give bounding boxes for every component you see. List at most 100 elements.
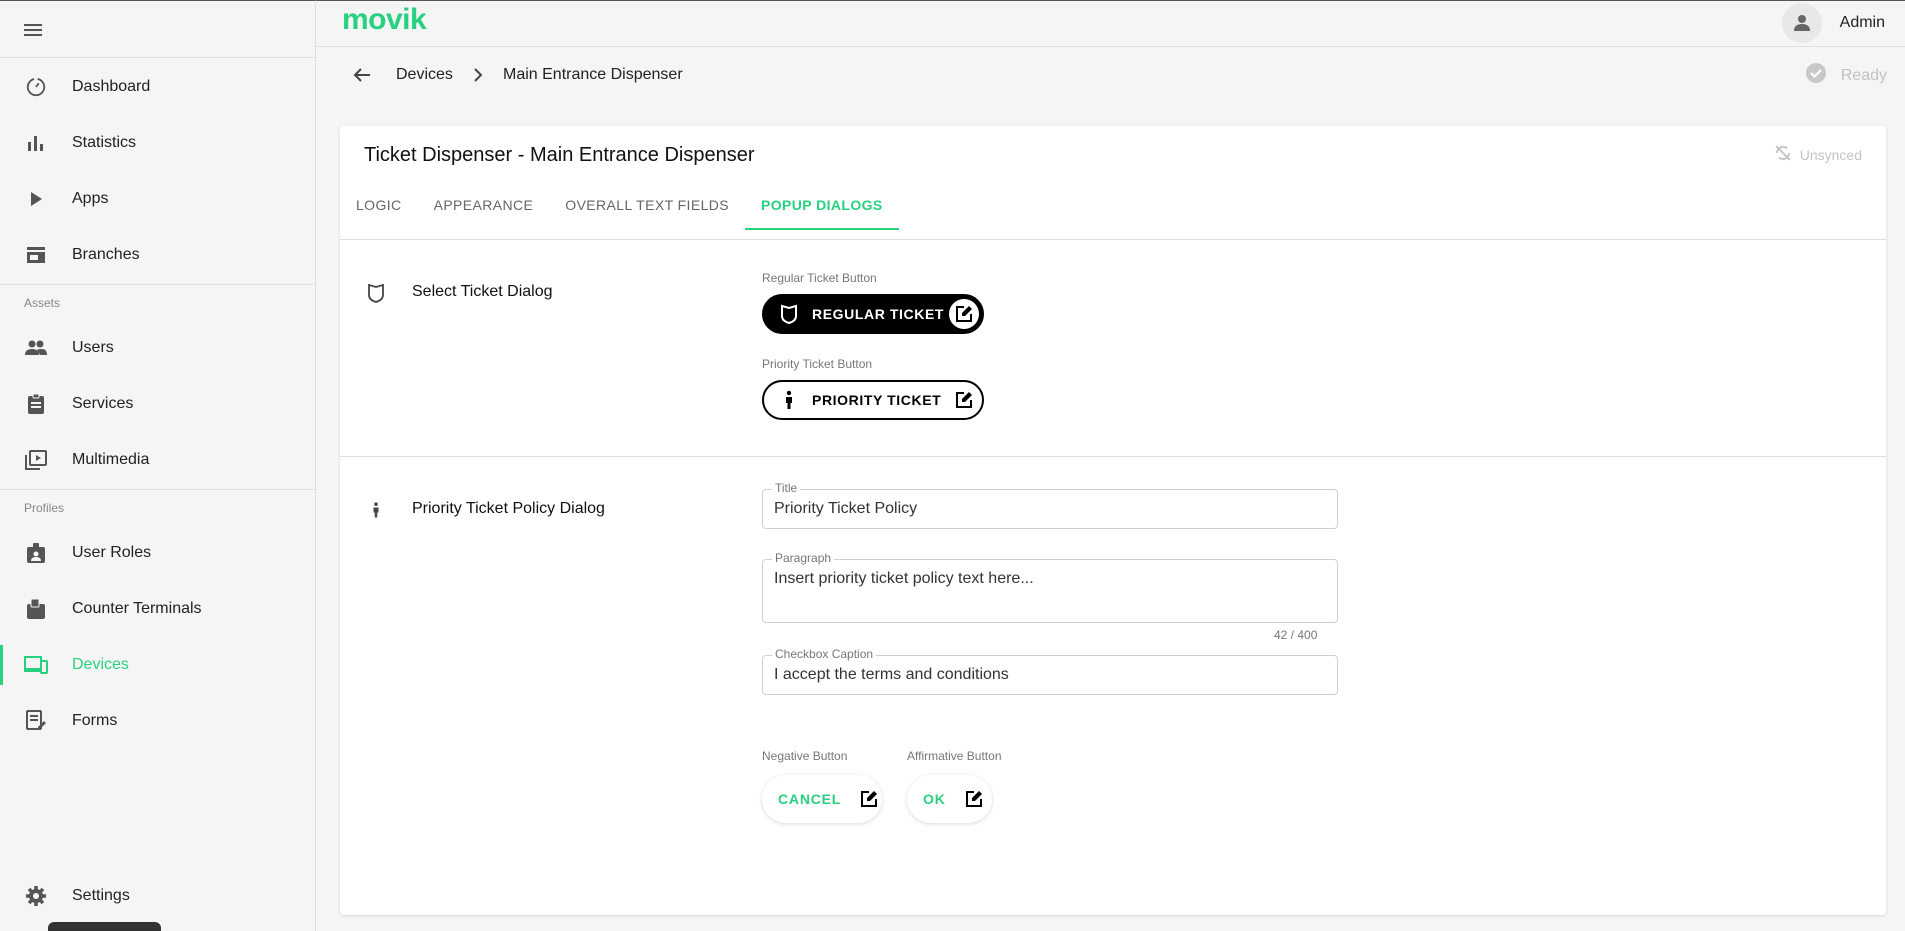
section-divider: [340, 456, 1886, 457]
regular-ticket-label: REGULAR TICKET: [812, 306, 945, 322]
sidebar-item-label: User Roles: [72, 544, 152, 561]
breadcrumb: Devices Main Entrance Dispenser Ready: [316, 48, 1905, 102]
title-input[interactable]: [774, 500, 1326, 518]
sidebar-item-label: Devices: [72, 656, 129, 673]
devices-icon: [24, 653, 48, 677]
tab-overall-text-fields[interactable]: OVERALL TEXT FIELDS: [549, 180, 745, 230]
priority-ticket-label: PRIORITY TICKET: [812, 392, 942, 408]
affirmative-button-caption: Affirmative Button: [907, 749, 1002, 763]
sidebar: Dashboard Statistics Apps Branches Asset…: [0, 0, 316, 931]
topbar: movik Admin: [316, 0, 1905, 47]
checkbox-caption-field[interactable]: Checkbox Caption: [762, 647, 1338, 695]
sidebar-item-label: Dashboard: [72, 78, 151, 95]
title-field-label: Title: [772, 481, 801, 495]
sidebar-divider: [0, 284, 316, 285]
person-icon: [1793, 15, 1810, 31]
paragraph-field-label: Paragraph: [772, 551, 835, 565]
form-icon: [24, 709, 48, 733]
sidebar-section-profiles: Profiles: [24, 501, 65, 515]
clipboard-icon: [24, 392, 48, 416]
app-logo[interactable]: movik: [342, 3, 427, 37]
hamburger-menu-icon[interactable]: [24, 21, 48, 39]
badge-icon: [24, 541, 48, 565]
dashboard-icon: [24, 75, 48, 99]
edit-icon[interactable]: [949, 385, 979, 415]
sidebar-item-label: Settings: [72, 887, 130, 904]
paragraph-field[interactable]: Paragraph Insert priority ticket policy …: [762, 551, 1338, 623]
sidebar-item-label: Services: [72, 395, 134, 412]
shield-icon: [364, 281, 388, 305]
dispenser-card: Ticket Dispenser - Main Entrance Dispens…: [340, 126, 1886, 915]
sidebar-item-services[interactable]: Services: [0, 379, 316, 429]
person-standing-icon: [364, 498, 388, 522]
sidebar-section-assets: Assets: [24, 296, 61, 310]
sidebar-item-devices[interactable]: Devices: [0, 640, 316, 690]
sidebar-item-apps[interactable]: Apps: [0, 174, 316, 224]
edit-icon[interactable]: [949, 299, 979, 329]
priority-ticket-button[interactable]: PRIORITY TICKET: [762, 380, 984, 420]
chevron-right-icon: [468, 65, 488, 85]
priority-button-caption: Priority Ticket Button: [762, 357, 873, 371]
people-icon: [24, 336, 48, 360]
paragraph-textarea[interactable]: Insert priority ticket policy text here.…: [774, 570, 1326, 606]
sync-label: Unsynced: [1799, 146, 1862, 163]
policy-dialog-title: Priority Ticket Policy Dialog: [412, 500, 605, 517]
select-ticket-dialog-title: Select Ticket Dialog: [412, 283, 553, 300]
negative-button-caption: Negative Button: [762, 749, 848, 763]
sidebar-item-label: Apps: [72, 190, 109, 207]
sidebar-item-counter-terminals[interactable]: Counter Terminals: [0, 584, 316, 634]
tab-bar: LOGIC APPEARANCE OVERALL TEXT FIELDS POP…: [340, 180, 899, 230]
breadcrumb-devices-link[interactable]: Devices: [396, 66, 453, 84]
user-name[interactable]: Admin: [1840, 14, 1885, 32]
avatar[interactable]: [1781, 3, 1822, 43]
check-circle-icon: [1805, 62, 1827, 89]
edit-icon[interactable]: [857, 787, 881, 811]
character-counter: 42 / 400: [1274, 628, 1318, 642]
sidebar-item-label: Users: [72, 339, 114, 356]
back-arrow-icon[interactable]: [350, 63, 374, 87]
play-icon: [24, 187, 48, 211]
edit-icon[interactable]: [962, 787, 986, 811]
shield-icon: [778, 303, 800, 325]
bar-chart-icon: [24, 131, 48, 155]
sidebar-item-label: Branches: [72, 246, 140, 263]
sidebar-item-multimedia[interactable]: Multimedia: [0, 435, 316, 485]
sidebar-item-label: Forms: [72, 712, 118, 729]
terminal-icon: [24, 597, 48, 621]
sidebar-item-user-roles[interactable]: User Roles: [0, 528, 316, 578]
sidebar-item-dashboard[interactable]: Dashboard: [0, 62, 316, 112]
video-library-icon: [24, 448, 48, 472]
ready-status: Ready: [1805, 62, 1887, 89]
sync-status: Unsynced: [1774, 144, 1862, 165]
tabs-divider: [340, 239, 1886, 240]
sidebar-item-users[interactable]: Users: [0, 323, 316, 373]
bottom-tooltip-tab: [48, 922, 161, 931]
sidebar-item-label: Statistics: [72, 134, 137, 151]
person-standing-icon: [778, 389, 800, 411]
cancel-button[interactable]: CANCEL: [762, 775, 882, 823]
breadcrumb-current: Main Entrance Dispenser: [503, 66, 683, 83]
sidebar-item-settings[interactable]: Settings: [0, 871, 316, 921]
sidebar-item-forms[interactable]: Forms: [0, 696, 316, 746]
sidebar-item-branches[interactable]: Branches: [0, 230, 316, 280]
regular-button-caption: Regular Ticket Button: [762, 271, 877, 285]
gear-icon: [24, 884, 48, 908]
user-menu[interactable]: Admin: [1781, 3, 1885, 43]
sidebar-divider: [0, 57, 316, 58]
store-icon: [24, 243, 48, 267]
checkbox-caption-input[interactable]: [774, 666, 1326, 684]
sidebar-item-label: Multimedia: [72, 451, 150, 468]
sync-disabled-icon: [1774, 144, 1792, 165]
tab-popup-dialogs[interactable]: POPUP DIALOGS: [745, 180, 899, 230]
tab-logic[interactable]: LOGIC: [340, 180, 418, 230]
ok-button[interactable]: OK: [907, 775, 992, 823]
cancel-label: CANCEL: [778, 791, 842, 807]
page-title: Ticket Dispenser - Main Entrance Dispens…: [364, 144, 755, 166]
checkbox-caption-label: Checkbox Caption: [772, 647, 877, 661]
sidebar-item-label: Counter Terminals: [72, 600, 202, 617]
ok-label: OK: [923, 791, 946, 807]
tab-appearance[interactable]: APPEARANCE: [418, 180, 550, 230]
sidebar-item-statistics[interactable]: Statistics: [0, 118, 316, 168]
title-field[interactable]: Title: [762, 481, 1338, 529]
regular-ticket-button[interactable]: REGULAR TICKET: [762, 294, 984, 334]
